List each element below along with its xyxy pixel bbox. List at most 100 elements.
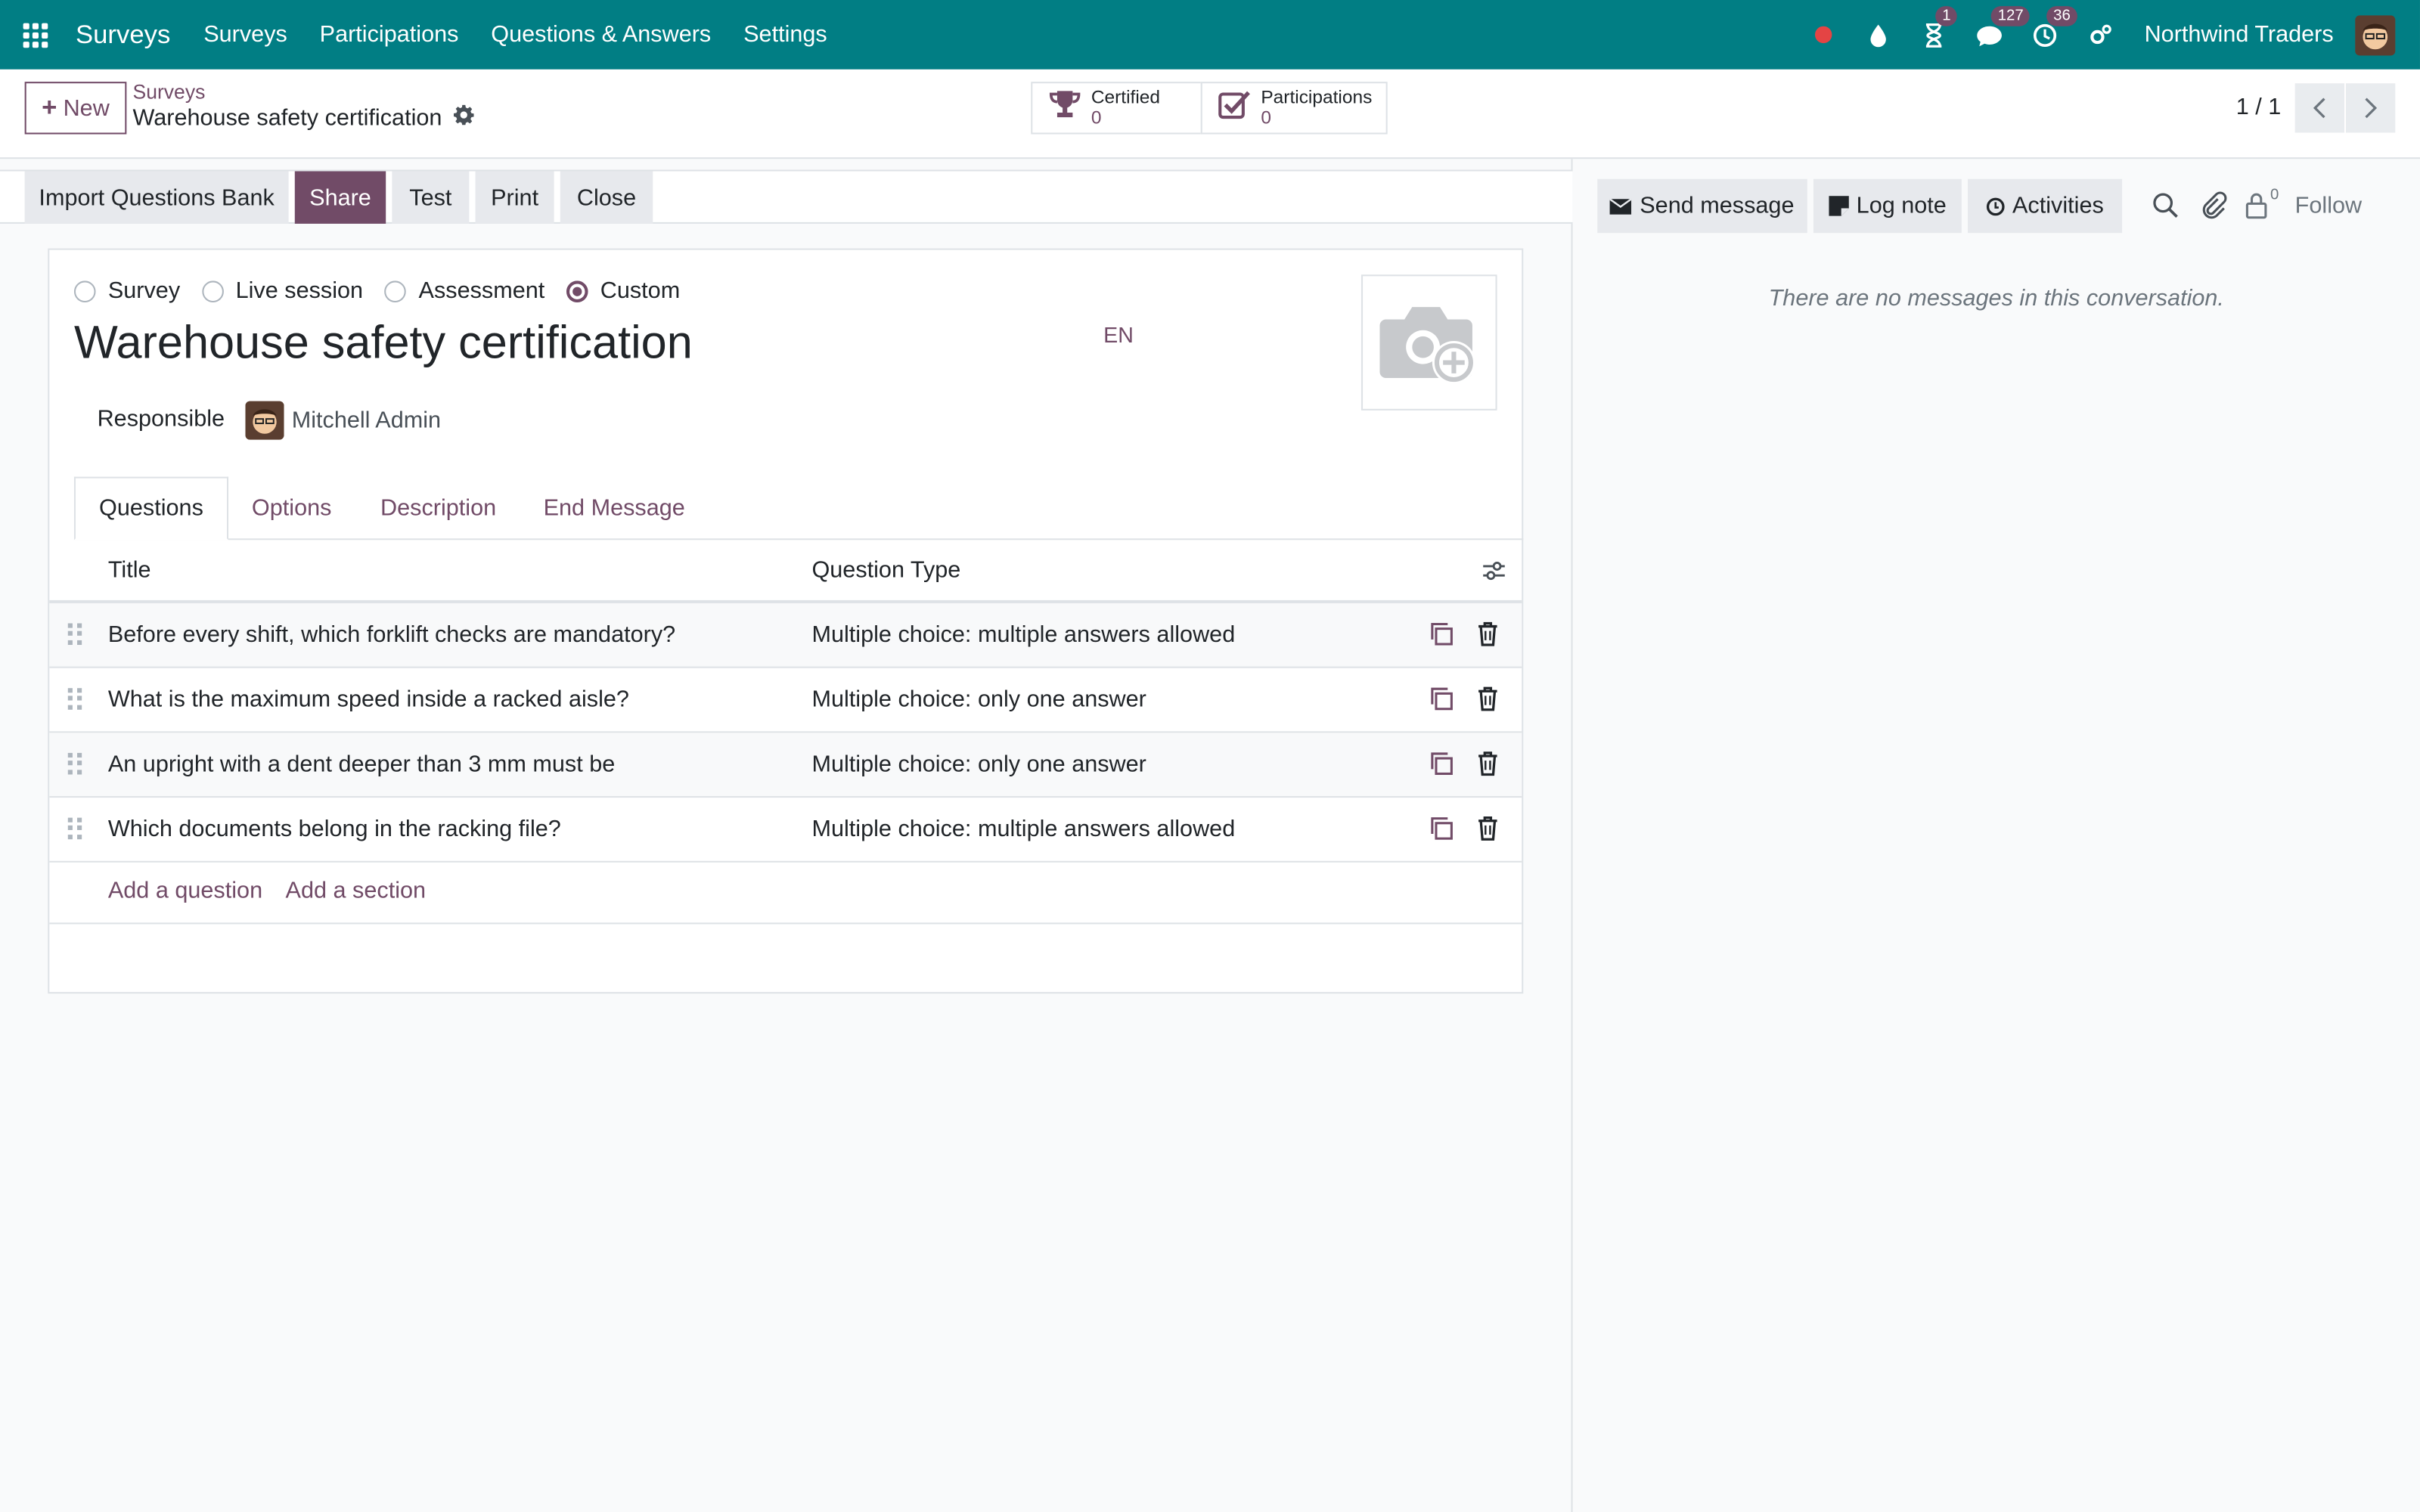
survey-title-field[interactable]: Warehouse safety certification xyxy=(74,318,693,370)
notebook-tabs: Questions Options Description End Messag… xyxy=(73,476,1524,541)
chevron-left-icon xyxy=(2313,98,2325,119)
lock-icon[interactable] xyxy=(2242,191,2270,219)
drop-icon[interactable] xyxy=(1865,21,1893,49)
certified-label: Certified xyxy=(1091,86,1161,108)
pager-value[interactable]: 1 / 1 xyxy=(2236,94,2282,120)
duplicate-icon[interactable] xyxy=(1428,750,1456,778)
drag-handle-icon[interactable] xyxy=(67,688,83,710)
trash-icon[interactable] xyxy=(1474,815,1502,843)
optional-columns-toggle-icon[interactable] xyxy=(1481,540,1506,600)
activities-button[interactable]: Activities xyxy=(1968,178,2123,234)
table-row[interactable]: What is the maximum speed inside a racke… xyxy=(49,668,1522,733)
column-header-question-type[interactable]: Question Type xyxy=(811,540,960,600)
table-row[interactable]: Which documents belong in the racking fi… xyxy=(49,798,1522,863)
participations-value: 0 xyxy=(1261,106,1271,129)
image-upload[interactable] xyxy=(1360,274,1497,411)
trophy-icon xyxy=(1048,88,1082,127)
radio-assessment[interactable] xyxy=(384,280,407,302)
certified-value: 0 xyxy=(1091,106,1102,129)
add-line-row: Add a question Add a section xyxy=(49,863,1522,925)
question-type-cell[interactable]: Multiple choice: only one answer xyxy=(811,668,1146,732)
certified-stat-button[interactable]: Certified 0 xyxy=(1031,82,1202,135)
new-button[interactable]: + New xyxy=(24,82,127,135)
table-row[interactable]: Before every shift, which forklift check… xyxy=(49,603,1522,668)
follow-button[interactable]: Follow xyxy=(2295,193,2362,219)
tab-options[interactable]: Options xyxy=(228,477,355,541)
question-type-cell[interactable]: Multiple choice: multiple answers allowe… xyxy=(811,798,1235,861)
settings-gears-icon[interactable] xyxy=(2087,21,2115,49)
radio-survey-label[interactable]: Survey xyxy=(108,277,180,304)
clock-icon[interactable]: 36 xyxy=(2032,5,2077,49)
add-question-link[interactable]: Add a question xyxy=(108,878,262,904)
question-title-cell[interactable]: Before every shift, which forklift check… xyxy=(108,603,675,667)
menu-participations[interactable]: Participations xyxy=(303,22,475,48)
user-avatar[interactable] xyxy=(2355,14,2396,55)
record-name-text: Warehouse safety certification xyxy=(132,104,442,132)
radio-custom-label[interactable]: Custom xyxy=(600,277,680,304)
tab-questions[interactable]: Questions xyxy=(73,476,229,541)
question-type-cell[interactable]: Multiple choice: only one answer xyxy=(811,733,1146,796)
tab-end-message[interactable]: End Message xyxy=(522,477,707,541)
duplicate-icon[interactable] xyxy=(1428,815,1456,843)
survey-type-radio-group: Survey Live session Assessment Custom xyxy=(73,277,702,304)
menu-settings[interactable]: Settings xyxy=(728,22,843,48)
company-switcher[interactable]: Northwind Traders xyxy=(2145,22,2334,48)
trash-icon[interactable] xyxy=(1474,750,1502,778)
share-button[interactable]: Share xyxy=(294,171,386,224)
breadcrumb[interactable]: Surveys xyxy=(133,80,206,104)
apps-menu-icon[interactable] xyxy=(23,22,48,48)
duplicate-icon[interactable] xyxy=(1428,685,1456,713)
question-type-cell[interactable]: Multiple choice: multiple answers allowe… xyxy=(811,603,1235,667)
drag-handle-icon[interactable] xyxy=(67,752,83,775)
radio-custom[interactable] xyxy=(566,280,588,302)
column-header-title[interactable]: Title xyxy=(108,540,151,600)
record-name: Warehouse safety certification xyxy=(132,104,475,132)
activity-hourglass-icon[interactable]: 1 xyxy=(1921,5,1957,49)
tab-description[interactable]: Description xyxy=(355,477,521,541)
radio-assessment-label[interactable]: Assessment xyxy=(419,277,545,304)
radio-live-session-label[interactable]: Live session xyxy=(236,277,363,304)
add-section-link[interactable]: Add a section xyxy=(286,878,427,904)
drag-handle-icon[interactable] xyxy=(67,817,83,840)
trash-icon[interactable] xyxy=(1474,620,1502,648)
radio-live-session[interactable] xyxy=(201,280,224,302)
import-questions-bank-button[interactable]: Import Questions Bank xyxy=(24,171,289,224)
messages-badge: 127 xyxy=(1991,5,2030,26)
participations-label: Participations xyxy=(1261,86,1373,108)
log-note-button[interactable]: Log note xyxy=(1813,178,1962,234)
test-button[interactable]: Test xyxy=(392,171,470,224)
pager-next-button[interactable] xyxy=(2346,83,2396,133)
clock-icon xyxy=(1986,197,2005,215)
responsible-field[interactable]: Mitchell Admin xyxy=(292,407,441,434)
gear-icon[interactable] xyxy=(454,104,475,132)
participations-stat-button[interactable]: Participations 0 xyxy=(1200,82,1388,135)
questions-table: Title Question Type Before every shift, … xyxy=(49,540,1522,925)
question-title-cell[interactable]: What is the maximum speed inside a racke… xyxy=(108,668,629,732)
radio-survey[interactable] xyxy=(73,280,96,302)
close-button[interactable]: Close xyxy=(560,171,653,224)
pager-previous-button[interactable] xyxy=(2294,83,2344,133)
drag-handle-icon[interactable] xyxy=(67,623,83,645)
app-root: Surveys Surveys Participations Questions… xyxy=(0,0,2420,1512)
search-icon[interactable] xyxy=(2152,191,2180,219)
app-brand[interactable]: Surveys xyxy=(76,20,170,51)
followers-count[interactable]: 0 xyxy=(2270,187,2279,203)
question-title-cell[interactable]: An upright with a dent deeper than 3 mm … xyxy=(108,733,615,796)
menu-surveys[interactable]: Surveys xyxy=(188,22,303,48)
print-button[interactable]: Print xyxy=(475,171,554,224)
activity-badge: 1 xyxy=(1936,5,1957,26)
check-square-icon xyxy=(1218,88,1252,127)
note-icon xyxy=(1828,196,1849,216)
responsible-label: Responsible xyxy=(97,405,225,432)
language-button[interactable]: EN xyxy=(1103,323,1134,348)
menu-questions-answers[interactable]: Questions & Answers xyxy=(475,22,728,48)
trash-icon[interactable] xyxy=(1474,685,1502,713)
log-note-label: Log note xyxy=(1856,193,1947,219)
recording-indicator-icon[interactable] xyxy=(1810,21,1838,49)
duplicate-icon[interactable] xyxy=(1428,620,1456,648)
send-message-button[interactable]: Send message xyxy=(1597,178,1807,234)
paperclip-icon[interactable] xyxy=(2199,191,2227,219)
table-row[interactable]: An upright with a dent deeper than 3 mm … xyxy=(49,733,1522,798)
question-title-cell[interactable]: Which documents belong in the racking fi… xyxy=(108,798,561,861)
messages-icon[interactable]: 127 xyxy=(1976,5,2030,49)
